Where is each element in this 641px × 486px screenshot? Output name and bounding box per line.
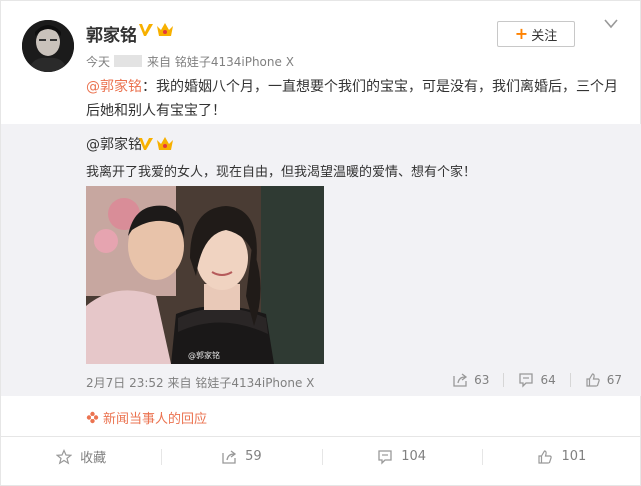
share-icon	[222, 449, 237, 464]
comment-button[interactable]: 104	[321, 437, 482, 476]
favorite-button[interactable]: 收藏	[1, 437, 161, 476]
repost-stats: 63 64 67	[452, 372, 622, 388]
photo-watermark: @郭家铭	[188, 351, 220, 360]
v-verified-icon	[139, 24, 153, 36]
flower-icon	[86, 411, 99, 424]
post-time[interactable]: 今天	[86, 55, 110, 69]
post-photo[interactable]: @郭家铭	[86, 186, 324, 364]
event-source[interactable]: 新闻当事人的回应	[86, 408, 207, 427]
weibo-card: 郭家铭 + 关注 今天 来自 铭娃子4134iPhone X @郭家铭：我的婚姻八…	[0, 0, 641, 486]
favorite-label: 收藏	[80, 451, 107, 466]
share-icon	[453, 373, 468, 387]
repost-comment-button[interactable]: 64	[518, 372, 571, 388]
divider	[569, 373, 571, 387]
comment-count: 104	[401, 449, 427, 464]
repost-user[interactable]: @郭家铭	[86, 134, 142, 154]
like-icon	[586, 373, 600, 387]
repost-meta: 2月7日 23:52 来自 铭娃子4134iPhone X	[86, 374, 314, 391]
repost-like-count: 67	[606, 373, 622, 387]
redacted-block	[114, 55, 143, 67]
repost-share-button[interactable]: 63	[452, 372, 505, 388]
chevron-down-icon[interactable]	[603, 18, 619, 30]
repost-source[interactable]: 来自 铭娃子4134iPhone X	[168, 376, 315, 390]
crown-icon	[157, 137, 173, 150]
crown-icon	[157, 23, 173, 36]
repost-box: @郭家铭 我离开了我爱的女人，现在自由，但我渴望温暖的爱情、想有个家！ @郭家铭…	[1, 124, 641, 396]
repost-like-button[interactable]: 67	[585, 372, 622, 388]
post-meta: 今天 来自 铭娃子4134iPhone X	[86, 53, 294, 70]
comment-icon	[519, 373, 534, 388]
like-icon	[538, 449, 553, 464]
v-verified-icon	[139, 138, 153, 150]
post-source[interactable]: 来自 铭娃子4134iPhone X	[147, 55, 294, 69]
event-source-label: 新闻当事人的回应	[103, 412, 208, 427]
avatar[interactable]	[22, 20, 74, 72]
follow-label: 关注	[531, 28, 558, 44]
repost-comment-count: 64	[540, 373, 556, 387]
post-text: @郭家铭：我的婚姻八个月，一直想要个我们的宝宝，可是没有，我们离婚后，三个月后她…	[86, 75, 626, 123]
follow-button[interactable]: + 关注	[497, 21, 575, 47]
divider	[503, 373, 505, 387]
repost-time[interactable]: 2月7日 23:52	[86, 376, 164, 390]
mention-link[interactable]: @郭家铭	[86, 79, 142, 95]
share-button[interactable]: 59	[161, 437, 321, 476]
repost-share-count: 63	[474, 373, 490, 387]
like-count: 101	[561, 449, 587, 464]
comment-icon	[378, 449, 392, 465]
plus-icon: +	[514, 24, 529, 43]
like-button[interactable]: 101	[481, 437, 641, 476]
user-name[interactable]: 郭家铭	[86, 21, 137, 46]
post-body: ：我的婚姻八个月，一直想要个我们的宝宝，可是没有，我们离婚后，三个月后她和别人有…	[86, 79, 618, 119]
action-bar: 收藏 59 104 101	[1, 436, 641, 476]
share-count: 59	[245, 449, 262, 464]
repost-text: 我离开了我爱的女人，现在自由，但我渴望温暖的爱情、想有个家！	[86, 165, 477, 180]
star-icon	[56, 448, 73, 465]
